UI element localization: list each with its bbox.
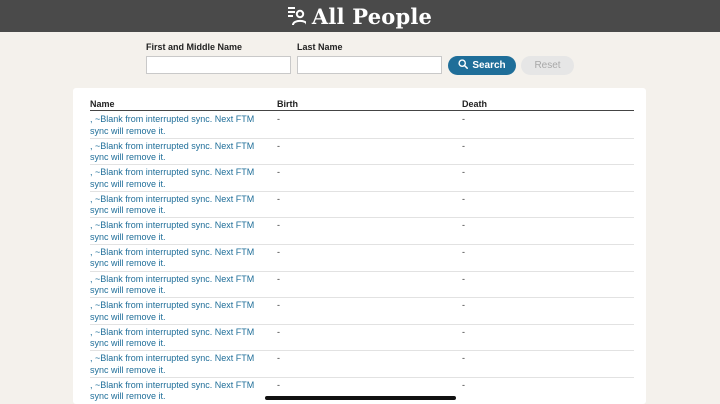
app-header: All People bbox=[0, 0, 720, 32]
birth-cell: - bbox=[277, 140, 280, 151]
person-name-link[interactable]: , ~Blank from interrupted sync. Next FTM… bbox=[90, 220, 265, 243]
column-header-name[interactable]: Name bbox=[90, 99, 115, 109]
birth-cell: - bbox=[277, 273, 280, 284]
person-name-link[interactable]: , ~Blank from interrupted sync. Next FTM… bbox=[90, 114, 265, 137]
person-name-link[interactable]: , ~Blank from interrupted sync. Next FTM… bbox=[90, 380, 265, 403]
search-button[interactable]: Search bbox=[448, 56, 516, 75]
death-cell: - bbox=[462, 167, 465, 178]
search-icon bbox=[458, 59, 469, 72]
birth-cell: - bbox=[277, 353, 280, 364]
person-name-link[interactable]: , ~Blank from interrupted sync. Next FTM… bbox=[90, 274, 265, 297]
column-header-birth[interactable]: Birth bbox=[277, 99, 298, 109]
app-logo[interactable]: All People bbox=[287, 3, 433, 29]
birth-cell: - bbox=[277, 326, 280, 337]
page-title: All People bbox=[311, 3, 433, 29]
death-cell: - bbox=[462, 326, 465, 337]
birth-cell: - bbox=[277, 300, 280, 311]
table-row[interactable]: , ~Blank from interrupted sync. Next FTM… bbox=[90, 139, 634, 166]
person-name-link[interactable]: , ~Blank from interrupted sync. Next FTM… bbox=[90, 194, 265, 217]
death-cell: - bbox=[462, 193, 465, 204]
table-row[interactable]: , ~Blank from interrupted sync. Next FTM… bbox=[90, 272, 634, 299]
last-name-input[interactable] bbox=[297, 56, 442, 74]
table-row[interactable]: , ~Blank from interrupted sync. Next FTM… bbox=[90, 298, 634, 325]
table-header: Name Birth Death bbox=[90, 99, 634, 111]
first-middle-name-label: First and Middle Name bbox=[146, 42, 243, 52]
birth-cell: - bbox=[277, 220, 280, 231]
table-body: , ~Blank from interrupted sync. Next FTM… bbox=[90, 112, 634, 404]
column-header-death[interactable]: Death bbox=[462, 99, 487, 109]
table-row[interactable]: , ~Blank from interrupted sync. Next FTM… bbox=[90, 165, 634, 192]
death-cell: - bbox=[462, 273, 465, 284]
search-button-label: Search bbox=[472, 60, 506, 71]
last-name-label: Last Name bbox=[297, 42, 343, 52]
reset-button[interactable]: Reset bbox=[521, 56, 574, 75]
person-name-link[interactable]: , ~Blank from interrupted sync. Next FTM… bbox=[90, 327, 265, 350]
death-cell: - bbox=[462, 114, 465, 124]
death-cell: - bbox=[462, 246, 465, 257]
birth-cell: - bbox=[277, 246, 280, 257]
home-indicator[interactable] bbox=[265, 396, 456, 400]
person-name-link[interactable]: , ~Blank from interrupted sync. Next FTM… bbox=[90, 141, 265, 164]
table-row[interactable]: , ~Blank from interrupted sync. Next FTM… bbox=[90, 378, 634, 404]
person-name-link[interactable]: , ~Blank from interrupted sync. Next FTM… bbox=[90, 300, 265, 323]
person-name-link[interactable]: , ~Blank from interrupted sync. Next FTM… bbox=[90, 167, 265, 190]
death-cell: - bbox=[462, 379, 465, 390]
birth-cell: - bbox=[277, 114, 280, 124]
person-name-link[interactable]: , ~Blank from interrupted sync. Next FTM… bbox=[90, 247, 265, 270]
death-cell: - bbox=[462, 140, 465, 151]
first-middle-name-input[interactable] bbox=[146, 56, 291, 74]
death-cell: - bbox=[462, 353, 465, 364]
reset-button-label: Reset bbox=[534, 60, 561, 71]
birth-cell: - bbox=[277, 379, 280, 390]
birth-cell: - bbox=[277, 167, 280, 178]
table-row[interactable]: , ~Blank from interrupted sync. Next FTM… bbox=[90, 218, 634, 245]
death-cell: - bbox=[462, 220, 465, 231]
table-row[interactable]: , ~Blank from interrupted sync. Next FTM… bbox=[90, 112, 634, 139]
person-name-link[interactable]: , ~Blank from interrupted sync. Next FTM… bbox=[90, 353, 265, 376]
search-form: First and Middle Name Last Name Search R… bbox=[0, 32, 720, 87]
birth-cell: - bbox=[277, 193, 280, 204]
people-list-icon bbox=[287, 6, 306, 26]
table-row[interactable]: , ~Blank from interrupted sync. Next FTM… bbox=[90, 351, 634, 378]
table-row[interactable]: , ~Blank from interrupted sync. Next FTM… bbox=[90, 325, 634, 352]
table-row[interactable]: , ~Blank from interrupted sync. Next FTM… bbox=[90, 192, 634, 219]
death-cell: - bbox=[462, 300, 465, 311]
people-table-panel: Name Birth Death , ~Blank from interrupt… bbox=[73, 88, 646, 404]
table-row[interactable]: , ~Blank from interrupted sync. Next FTM… bbox=[90, 245, 634, 272]
